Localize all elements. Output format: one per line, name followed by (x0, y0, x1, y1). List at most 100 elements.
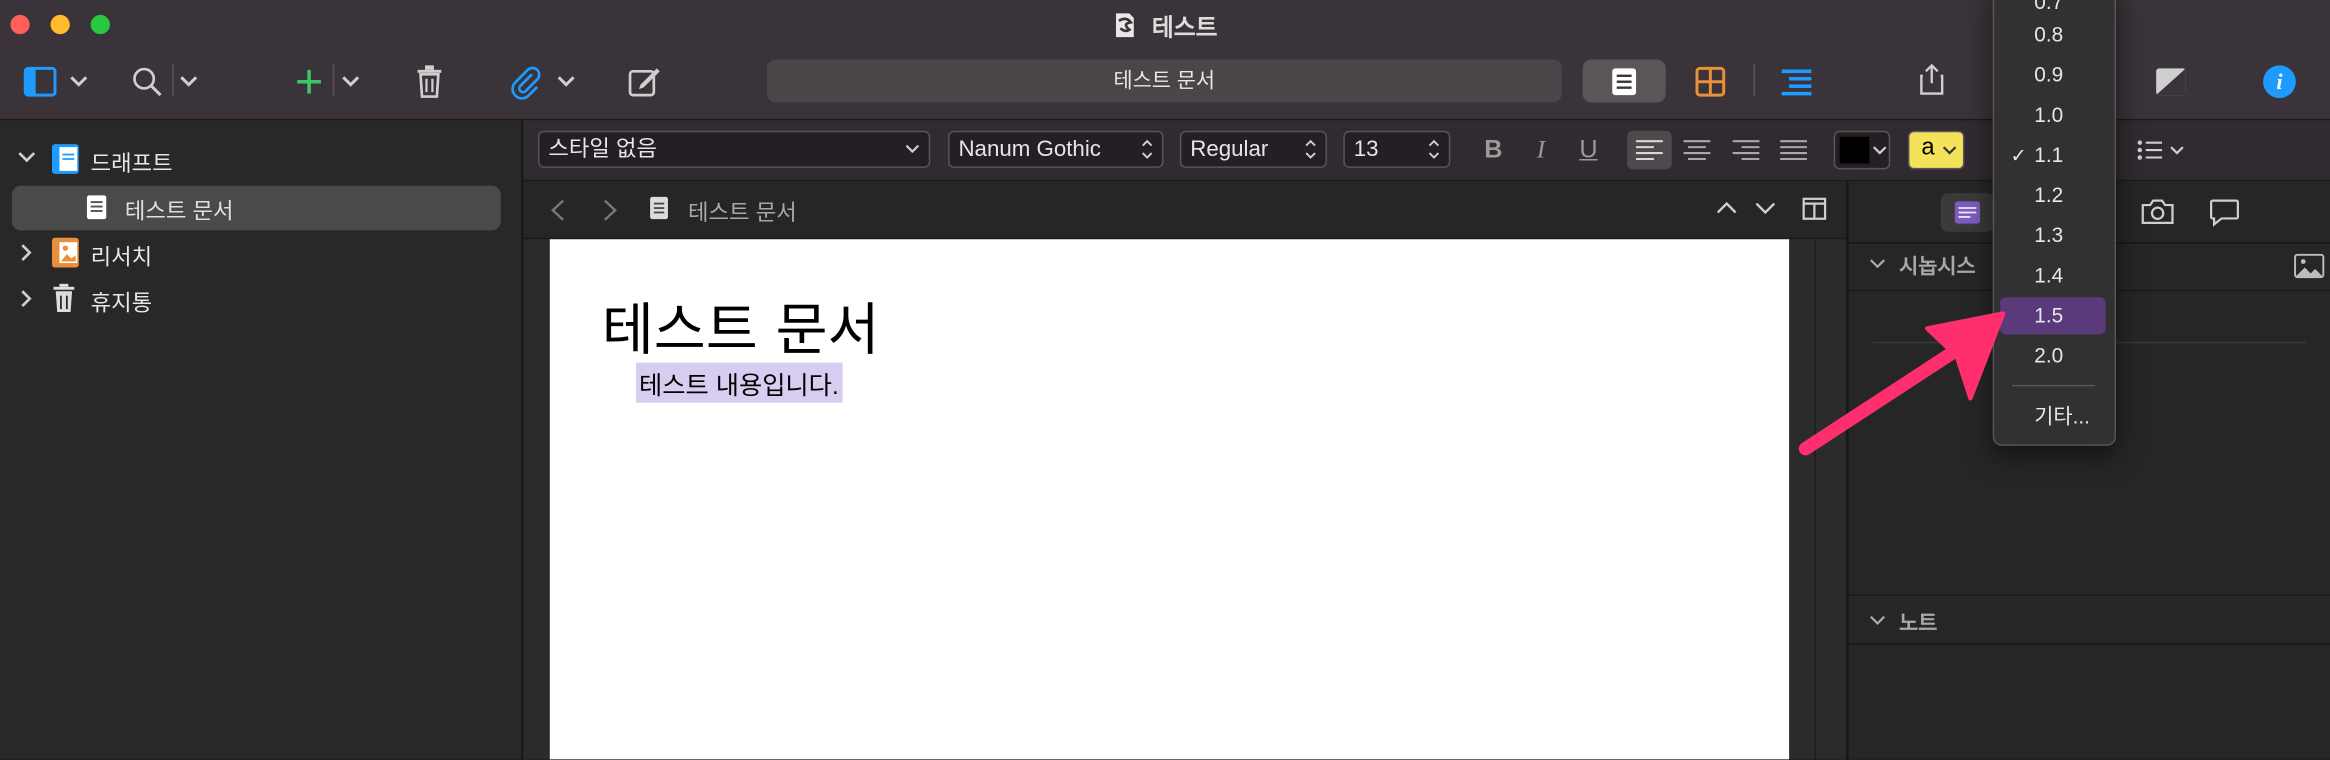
menu-item-label: 기타... (2034, 404, 2090, 428)
document-icon (649, 196, 668, 220)
chevron-down-icon[interactable] (1755, 202, 1776, 215)
layout-chevron-down-icon[interactable] (59, 59, 98, 104)
binder-item-test-document[interactable]: 테스트 문서 (0, 185, 522, 231)
draft-folder-icon (52, 144, 79, 174)
notes-tab-icon[interactable] (1940, 193, 1995, 232)
binder-item-trash[interactable]: 휴지통 (0, 278, 522, 323)
window-title: 테스트 (1151, 16, 1218, 42)
align-right-icon[interactable] (1724, 131, 1769, 170)
quick-reference-icon[interactable] (2149, 59, 2194, 104)
binder-item-label: 드래프트 (90, 151, 173, 177)
document-title-text[interactable]: 테스트 문서 (602, 284, 880, 366)
menu-item-1-3[interactable]: 1.3 (2000, 217, 2106, 254)
menu-item-label: 0.8 (2034, 22, 2064, 47)
font-size-popup[interactable]: 13 (1343, 130, 1451, 168)
synopsis-image-icon[interactable] (2294, 253, 2325, 279)
text-color-well[interactable] (1833, 130, 1891, 170)
italic-button[interactable]: I (1522, 131, 1561, 170)
menu-item-label: 1.3 (2034, 222, 2064, 247)
notes-label: 노트 (1899, 610, 1938, 635)
annotation-arrow-icon (1798, 311, 2006, 456)
trash-icon[interactable] (407, 59, 452, 104)
compose-icon[interactable] (623, 59, 668, 104)
menu-item-1-4[interactable]: 1.4 (2000, 257, 2106, 294)
font-size-value: 13 (1353, 136, 1379, 162)
font-family-value: Nanum Gothic (958, 136, 1101, 162)
text-color-swatch (1839, 136, 1870, 164)
paperclip-icon[interactable] (504, 59, 549, 104)
synopsis-label: 시놉시스 (1899, 254, 1976, 278)
stepper-icon (1305, 132, 1317, 166)
style-value: 스타일 없음 (548, 136, 658, 162)
window-title-bar: 테스트 (0, 7, 2330, 43)
window-toolbar: 테스트 테스트 문서 i (0, 0, 2330, 121)
align-justify-icon[interactable] (1771, 131, 1816, 170)
font-weight-popup[interactable]: Regular (1179, 130, 1327, 168)
highlight-swatch-label: a (1921, 135, 1935, 161)
search-chevron-down-icon[interactable] (169, 59, 208, 104)
back-chevron-icon[interactable] (551, 199, 564, 221)
menu-item-1-1[interactable]: ✓ 1.1 (2000, 137, 2106, 174)
menu-item-0-9[interactable]: 0.9 (2000, 56, 2106, 93)
info-icon[interactable]: i (2257, 59, 2302, 104)
document-app-icon (1113, 12, 1137, 39)
binder-item-label: 리서치 (90, 245, 153, 271)
document-icon (86, 195, 107, 220)
chevron-down-icon[interactable] (18, 152, 36, 164)
chevron-down-icon[interactable] (1869, 259, 1885, 269)
menu-item-label: 1.0 (2034, 102, 2064, 127)
align-center-icon[interactable] (1675, 131, 1720, 170)
menu-item-label: 2.0 (2034, 343, 2064, 368)
inspector-divider (1848, 643, 2330, 645)
chevron-down-icon (905, 132, 920, 166)
binder-item-label: 테스트 문서 (124, 199, 234, 225)
bold-button[interactable]: B (1474, 131, 1513, 170)
snapshots-camera-icon[interactable] (2141, 199, 2174, 225)
chevron-right-icon[interactable] (21, 290, 33, 308)
menu-item-1-0[interactable]: 1.0 (2000, 97, 2106, 134)
underline-button[interactable]: U (1569, 131, 1608, 170)
chevron-up-icon[interactable] (1716, 201, 1737, 214)
document-title-field[interactable]: 테스트 문서 (766, 59, 1562, 103)
style-popup[interactable]: 스타일 없음 (537, 130, 931, 168)
trash-icon (53, 283, 75, 314)
binder-item-research[interactable]: 리서치 (0, 232, 522, 277)
forward-chevron-icon[interactable] (603, 199, 617, 221)
split-view-icon[interactable] (1802, 197, 1827, 220)
font-family-popup[interactable]: Nanum Gothic (948, 130, 1164, 168)
binder-sidebar: 드래프트 테스트 문서 리서치 휴지통 (0, 120, 524, 760)
editor-header-bar: 테스트 문서 (523, 181, 1846, 240)
editor-page[interactable]: 테스트 문서 테스트 내용입니다. (549, 239, 1790, 760)
add-icon[interactable] (287, 59, 332, 104)
document-body-text[interactable]: 테스트 내용입니다. (635, 362, 842, 403)
menu-item-label: 0.9 (2034, 62, 2064, 87)
comments-bubble-icon[interactable] (2210, 199, 2240, 227)
menu-item-label: 1.2 (2034, 182, 2064, 207)
chevron-down-icon (1872, 132, 1887, 168)
highlight-color-well[interactable]: a (1907, 130, 1965, 170)
layout-icon[interactable] (18, 59, 63, 104)
chevron-right-icon[interactable] (21, 244, 33, 262)
svg-text:i: i (2276, 69, 2283, 94)
stepper-icon (1141, 132, 1153, 166)
chevron-down-icon[interactable] (1869, 615, 1885, 625)
editor-header-title[interactable]: 테스트 문서 (688, 196, 797, 227)
stepper-icon (1428, 132, 1440, 166)
binder-item-draft[interactable]: 드래프트 (0, 138, 522, 183)
view-mode-corkboard-icon[interactable] (1669, 59, 1752, 102)
menu-item-label: 1.1 (2034, 142, 2064, 167)
align-left-icon[interactable] (1627, 130, 1672, 170)
inspector-divider (1848, 594, 2330, 596)
share-icon[interactable] (1909, 56, 1954, 101)
list-format-icon[interactable] (2131, 131, 2190, 170)
chevron-down-icon (1942, 132, 1957, 168)
checkmark-icon: ✓ (2010, 144, 2027, 167)
add-chevron-down-icon[interactable] (331, 59, 370, 104)
menu-item-1-2[interactable]: 1.2 (2000, 177, 2106, 214)
menu-item-label: 1.5 (2034, 303, 2064, 327)
view-mode-document-icon[interactable] (1582, 59, 1666, 103)
attach-chevron-down-icon[interactable] (547, 59, 586, 104)
menu-item-0-8[interactable]: 0.8 (2000, 16, 2106, 53)
search-icon[interactable] (125, 59, 170, 104)
view-mode-outline-icon[interactable] (1755, 59, 1838, 102)
